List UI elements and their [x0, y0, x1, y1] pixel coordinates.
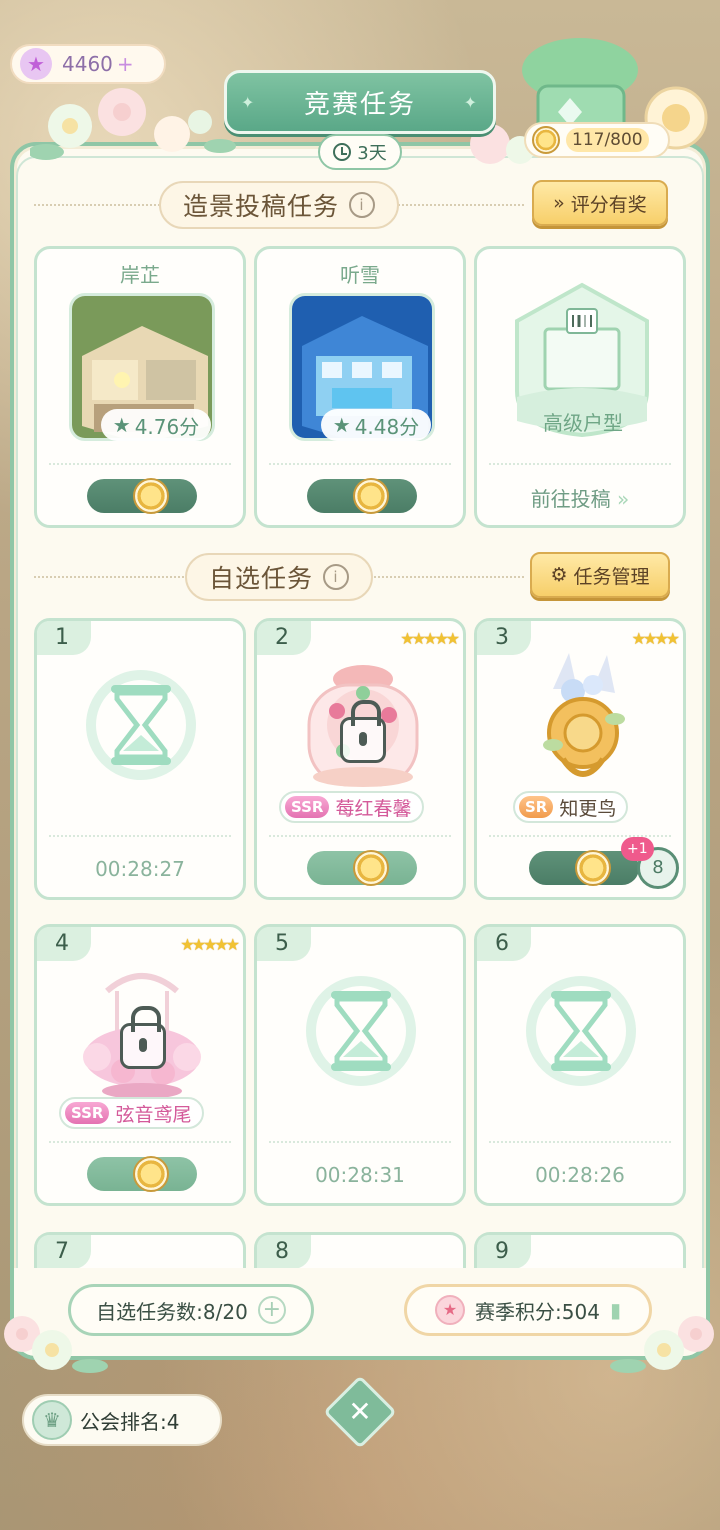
flower-decoration-icon: [4, 1316, 108, 1373]
add-task-icon[interactable]: +: [257, 1296, 286, 1324]
apartment-label: 高级户型: [543, 411, 623, 435]
task-slot[interactable]: 9: [474, 1232, 686, 1272]
page-title: 竞赛任务: [303, 89, 416, 120]
add-currency-icon[interactable]: +: [117, 52, 134, 76]
item-name-badge: SSR 莓红春馨: [279, 791, 424, 823]
item-thumbnail: [543, 653, 625, 777]
task-slot[interactable]: 4 ★★★★★ SSR 弦音鸢尾 28: [34, 924, 246, 1206]
hourglass-icon: [526, 976, 636, 1086]
timer-text: 3天: [357, 143, 387, 164]
go-submit-link[interactable]: 前往投稿 »: [477, 483, 683, 512]
reward-count: 28: [307, 850, 417, 886]
reward-count: 31: [307, 478, 417, 514]
score-badge: ★ 4.48分: [321, 409, 431, 441]
optional-section-title: 自选任务: [208, 564, 313, 593]
hourglass-icon: [86, 670, 196, 780]
slot-timer: 00:28:31: [315, 1163, 405, 1187]
task-slot[interactable]: 7: [34, 1232, 246, 1272]
rating-reward-button[interactable]: » 评分有奖: [532, 180, 668, 226]
submission-section-header: 造景投稿任务 i: [34, 180, 524, 230]
currency-display[interactable]: ★ 4460 +: [10, 44, 166, 84]
design-name: 听雪: [340, 263, 380, 287]
flower-decoration-icon: [610, 1316, 714, 1373]
task-manage-button[interactable]: ⚙ 任务管理: [530, 552, 670, 598]
lock-icon: [120, 1006, 166, 1069]
task-slot[interactable]: 3 ★★★★ SR 知更鸟 18 8 +1: [474, 618, 686, 900]
submission-section-title: 造景投稿任务: [182, 192, 339, 221]
ssr-badge: SSR: [285, 796, 330, 818]
task-slot[interactable]: 1 00:28:27: [34, 618, 246, 900]
slot-timer: 00:28:27: [95, 857, 185, 881]
currency-value: 4460: [62, 52, 113, 76]
submission-card-apartment[interactable]: 高级户型 前往投稿 »: [474, 246, 686, 528]
token-progress-text: 117/800: [566, 128, 649, 152]
lock-icon: [340, 700, 386, 763]
ssr-badge: SSR: [65, 1102, 110, 1124]
star-icon: ★: [332, 413, 351, 437]
flower-decoration-icon: [30, 88, 236, 160]
medal-icon: [133, 478, 169, 514]
optional-section-header: 自选任务 i: [34, 552, 524, 602]
medal-icon: [532, 126, 560, 154]
task-slot[interactable]: 6 00:28:26: [474, 924, 686, 1206]
task-slot[interactable]: 5 00:28:31: [254, 924, 466, 1206]
medal-icon: [133, 1156, 169, 1192]
rarity-stars: ★★★★: [631, 629, 680, 648]
reward-count: 30: [87, 478, 197, 514]
star-gem-icon: ★: [20, 48, 52, 80]
guild-rank[interactable]: ♛ 公会排名:4: [22, 1394, 222, 1446]
sr-badge: SR: [519, 796, 554, 818]
medal-icon: [575, 850, 611, 886]
rarity-stars: ★★★★★: [180, 935, 240, 954]
star-icon: ★: [112, 413, 131, 437]
contest-timer: 3天: [318, 134, 402, 170]
task-slot[interactable]: 2 ★★★★★ SSR 莓红春馨 28: [254, 618, 466, 900]
medal-icon: [353, 850, 389, 886]
close-icon[interactable]: ✕: [334, 1386, 386, 1438]
item-name-badge: SSR 弦音鸢尾: [59, 1097, 204, 1129]
token-progress[interactable]: 117/800: [524, 122, 670, 158]
double-chevron-icon: »: [617, 487, 630, 511]
info-icon[interactable]: i: [323, 564, 349, 590]
page-title-banner: ✦ 竞赛任务 ✦: [224, 70, 496, 134]
info-icon[interactable]: i: [349, 192, 375, 218]
task-slot[interactable]: 8: [254, 1232, 466, 1272]
slot-timer: 00:28:26: [535, 1163, 625, 1187]
rarity-stars: ★★★★★: [400, 629, 460, 648]
design-name: 岸芷: [120, 263, 160, 287]
item-name-badge: SR 知更鸟: [513, 791, 629, 823]
trophy-icon: ♛: [32, 1400, 72, 1440]
score-badge: ★ 4.76分: [101, 409, 211, 441]
season-star-icon: ★: [435, 1295, 466, 1325]
reward-count: 28: [87, 1156, 197, 1192]
submission-card[interactable]: 岸芷 ★ 4.76分 30: [34, 246, 246, 528]
bonus-badge: +1: [621, 837, 654, 861]
clock-icon: [333, 143, 352, 161]
medal-icon: [353, 478, 389, 514]
hourglass-icon: [306, 976, 416, 1086]
gear-icon: ⚙: [550, 564, 568, 586]
double-chevron-icon: »: [553, 192, 565, 214]
submission-card[interactable]: 听雪 ★ 4.48分 31: [254, 246, 466, 528]
